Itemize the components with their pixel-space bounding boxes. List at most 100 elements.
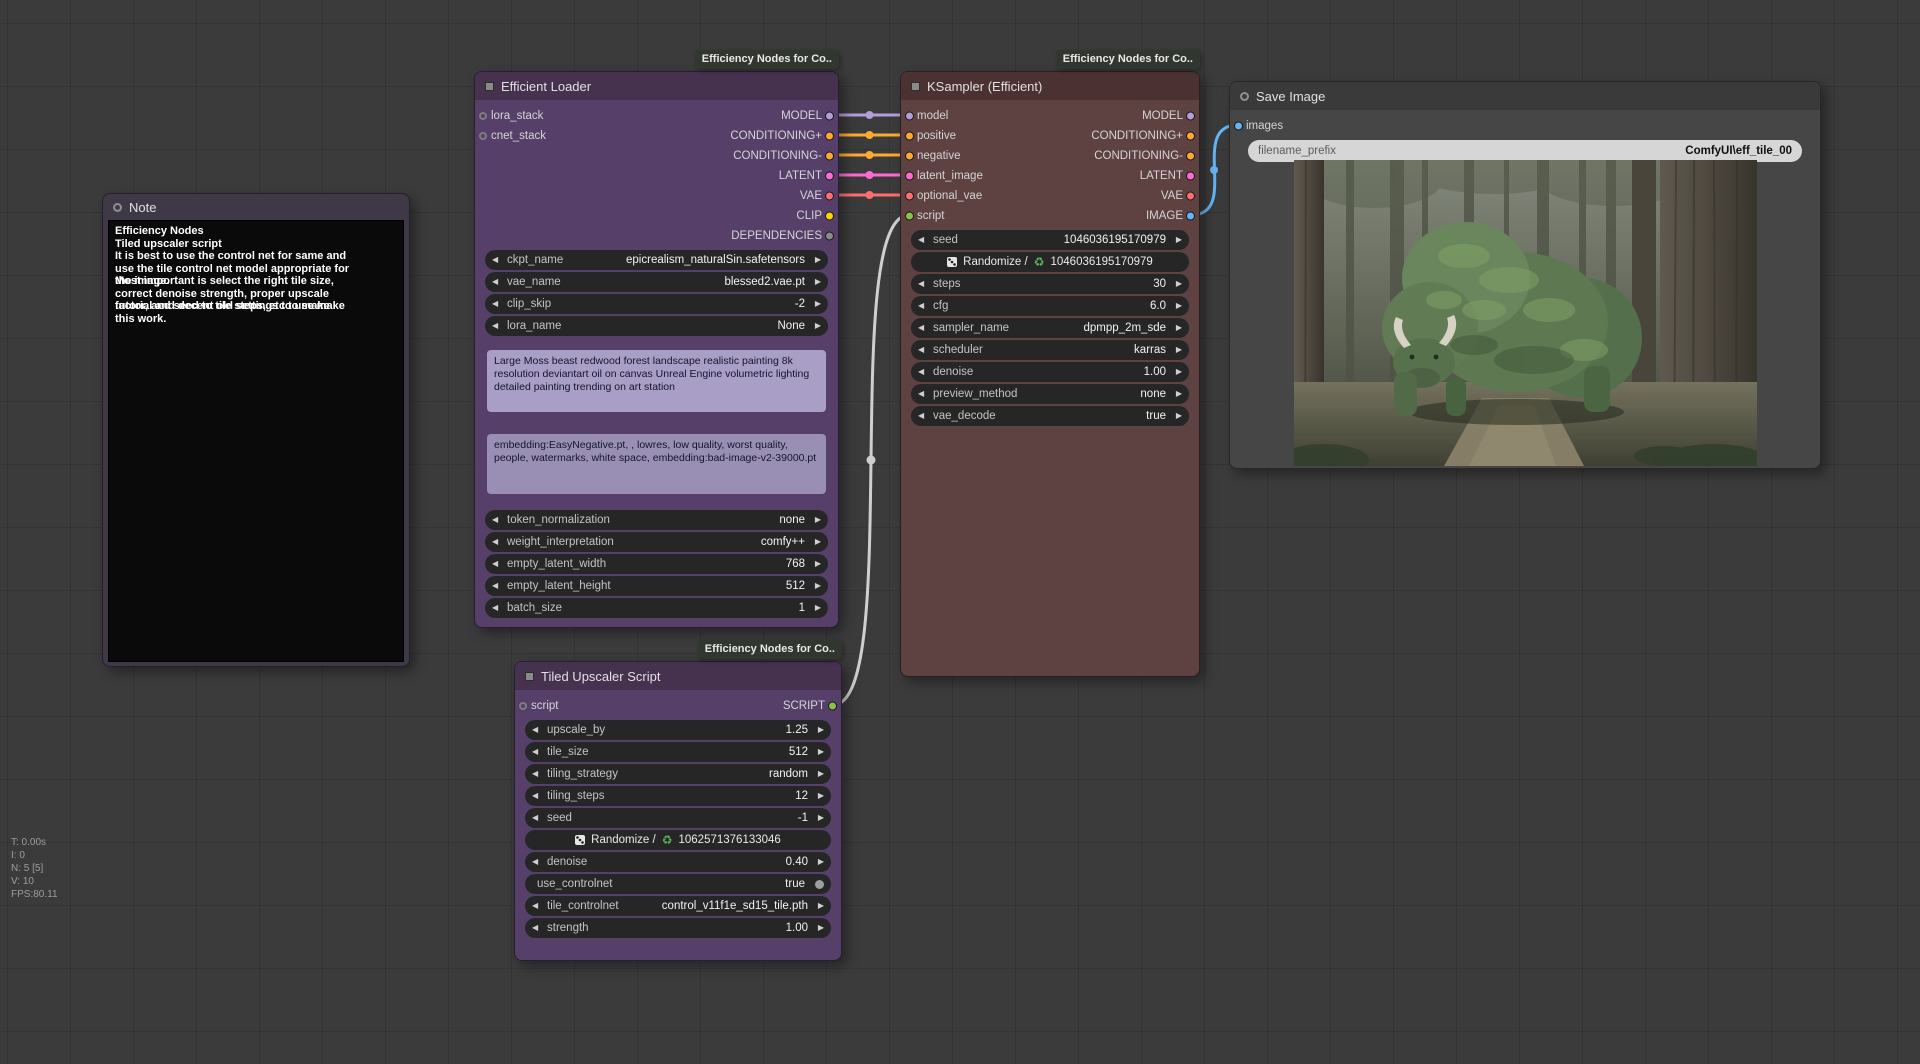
- negative-prompt-textarea[interactable]: embedding:EasyNegative.pt, , lowres, low…: [487, 434, 826, 494]
- arrow-left-icon[interactable]: [918, 296, 928, 316]
- arrow-left-icon[interactable]: [918, 384, 928, 404]
- arrow-right-icon[interactable]: [1172, 406, 1182, 426]
- widget-lora-name[interactable]: lora_name None: [485, 316, 828, 336]
- arrow-right-icon[interactable]: [814, 720, 824, 740]
- input-dot-model[interactable]: [905, 112, 914, 121]
- arrow-left-icon[interactable]: [492, 272, 502, 292]
- arrow-left-icon[interactable]: [492, 316, 502, 336]
- input-dot-positive[interactable]: [905, 132, 914, 141]
- collapse-icon[interactable]: [525, 672, 534, 681]
- arrow-right-icon[interactable]: [814, 808, 824, 828]
- arrow-right-icon[interactable]: [1172, 362, 1182, 382]
- arrow-right-icon[interactable]: [811, 294, 821, 314]
- arrow-right-icon[interactable]: [811, 250, 821, 270]
- randomize-button[interactable]: Randomize / 1046036195170979: [911, 252, 1189, 272]
- widget-tiling-strategy[interactable]: tiling_strategy random: [525, 764, 831, 784]
- arrow-left-icon[interactable]: [532, 896, 542, 916]
- save-image-node[interactable]: Save Image images filename_prefix ComfyU…: [1229, 81, 1821, 469]
- widget-preview-method[interactable]: preview_method none: [911, 384, 1189, 404]
- randomize-button[interactable]: Randomize / 1062571376133046: [525, 830, 831, 850]
- collapse-icon[interactable]: [113, 203, 122, 212]
- widget-strength[interactable]: strength 1.00: [525, 918, 831, 938]
- arrow-left-icon[interactable]: [492, 294, 502, 314]
- comfyui-canvas[interactable]: Efficiency Nodes for Co.. Efficiency Nod…: [0, 0, 1920, 1064]
- widget-denoise[interactable]: denoise 0.40: [525, 852, 831, 872]
- ksampler-node[interactable]: KSampler (Efficient) model MODEL positiv…: [900, 71, 1200, 677]
- input-dot-script[interactable]: [905, 212, 914, 221]
- output-dot-latent[interactable]: [1186, 172, 1195, 181]
- output-dot-model[interactable]: [1186, 112, 1195, 121]
- arrow-left-icon[interactable]: [532, 742, 542, 762]
- input-dot-lora-stack[interactable]: [479, 112, 487, 120]
- arrow-left-icon[interactable]: [918, 274, 928, 294]
- arrow-left-icon[interactable]: [532, 786, 542, 806]
- input-dot-cnet-stack[interactable]: [479, 132, 487, 140]
- widget-tile-controlnet[interactable]: tile_controlnet control_v11f1e_sd15_tile…: [525, 896, 831, 916]
- arrow-left-icon[interactable]: [532, 764, 542, 784]
- widget-filename-prefix[interactable]: filename_prefix ComfyUI\eff_tile_00: [1248, 140, 1802, 162]
- arrow-left-icon[interactable]: [918, 362, 928, 382]
- note-node[interactable]: Note Efficiency NodesTiled upscaler scri…: [102, 193, 410, 667]
- widget-upscale-by[interactable]: upscale_by 1.25: [525, 720, 831, 740]
- widget-tiling-steps[interactable]: tiling_steps 12: [525, 786, 831, 806]
- output-dot-conditioning-minus[interactable]: [1186, 152, 1195, 161]
- widget-seed[interactable]: seed 1046036195170979: [911, 230, 1189, 250]
- input-dot-optional-vae[interactable]: [905, 192, 914, 201]
- arrow-right-icon[interactable]: [811, 554, 821, 574]
- arrow-left-icon[interactable]: [918, 230, 928, 250]
- arrow-left-icon[interactable]: [492, 510, 502, 530]
- node-title-bar[interactable]: Efficient Loader: [475, 72, 838, 100]
- tiled-upscaler-node[interactable]: Tiled Upscaler Script script SCRIPT upsc…: [514, 661, 842, 961]
- arrow-left-icon[interactable]: [492, 532, 502, 552]
- arrow-left-icon[interactable]: [918, 406, 928, 426]
- arrow-right-icon[interactable]: [1172, 340, 1182, 360]
- arrow-left-icon[interactable]: [492, 554, 502, 574]
- widget-steps[interactable]: steps 30: [911, 274, 1189, 294]
- widget-vae-name[interactable]: vae_name blessed2.vae.pt: [485, 272, 828, 292]
- note-textarea[interactable]: Efficiency NodesTiled upscaler script It…: [108, 220, 404, 662]
- input-dot-images[interactable]: [1234, 122, 1243, 131]
- output-dot-conditioning-plus[interactable]: [1186, 132, 1195, 141]
- note-title-bar[interactable]: Note: [103, 194, 409, 220]
- widget-seed[interactable]: seed -1: [525, 808, 831, 828]
- widget-batch-size[interactable]: batch_size 1: [485, 598, 828, 618]
- widget-vae-decode[interactable]: vae_decode true: [911, 406, 1189, 426]
- widget-use-controlnet[interactable]: use_controlnet true: [525, 874, 831, 894]
- arrow-left-icon[interactable]: [492, 576, 502, 596]
- arrow-left-icon[interactable]: [918, 340, 928, 360]
- collapse-icon[interactable]: [1240, 92, 1249, 101]
- widget-sampler-name[interactable]: sampler_name dpmpp_2m_sde: [911, 318, 1189, 338]
- collapse-icon[interactable]: [485, 82, 494, 91]
- widget-empty-latent-height[interactable]: empty_latent_height 512: [485, 576, 828, 596]
- arrow-left-icon[interactable]: [532, 852, 542, 872]
- toggle-knob-icon[interactable]: [815, 880, 824, 889]
- arrow-right-icon[interactable]: [1172, 318, 1182, 338]
- output-dot-script[interactable]: [828, 702, 837, 711]
- arrow-right-icon[interactable]: [814, 742, 824, 762]
- input-dot-negative[interactable]: [905, 152, 914, 161]
- node-title-bar[interactable]: Save Image: [1230, 82, 1820, 110]
- arrow-right-icon[interactable]: [811, 598, 821, 618]
- arrow-left-icon[interactable]: [492, 598, 502, 618]
- output-dot-clip[interactable]: [825, 212, 834, 221]
- node-title-bar[interactable]: KSampler (Efficient): [901, 72, 1199, 100]
- widget-tile-size[interactable]: tile_size 512: [525, 742, 831, 762]
- arrow-right-icon[interactable]: [1172, 384, 1182, 404]
- input-dot-script[interactable]: [519, 702, 527, 710]
- arrow-right-icon[interactable]: [811, 272, 821, 292]
- arrow-right-icon[interactable]: [1172, 230, 1182, 250]
- node-title-bar[interactable]: Tiled Upscaler Script: [515, 662, 841, 690]
- arrow-right-icon[interactable]: [811, 532, 821, 552]
- widget-weight-interpretation[interactable]: weight_interpretation comfy++: [485, 532, 828, 552]
- collapse-icon[interactable]: [911, 82, 920, 91]
- output-dot-dependencies[interactable]: [825, 232, 834, 241]
- arrow-left-icon[interactable]: [532, 720, 542, 740]
- arrow-left-icon[interactable]: [492, 250, 502, 270]
- arrow-right-icon[interactable]: [811, 510, 821, 530]
- widget-empty-latent-width[interactable]: empty_latent_width 768: [485, 554, 828, 574]
- widget-scheduler[interactable]: scheduler karras: [911, 340, 1189, 360]
- input-dot-latent-image[interactable]: [905, 172, 914, 181]
- arrow-left-icon[interactable]: [532, 918, 542, 938]
- arrow-right-icon[interactable]: [814, 852, 824, 872]
- output-dot-vae[interactable]: [1186, 192, 1195, 201]
